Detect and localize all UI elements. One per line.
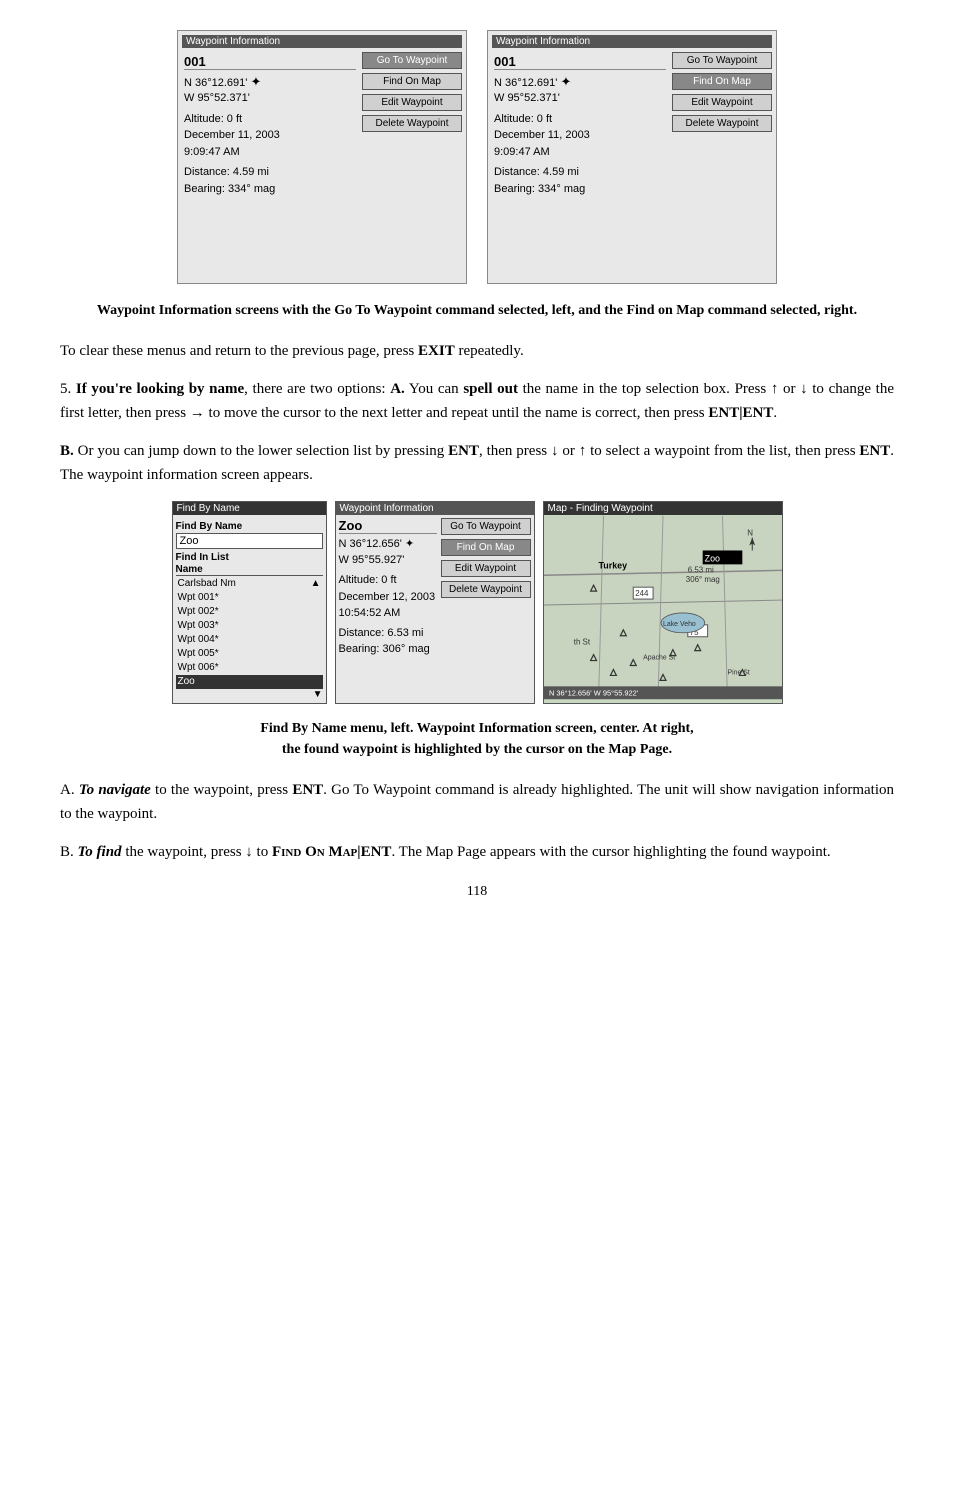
screen1-btn-goto[interactable]: Go To Waypoint xyxy=(362,52,462,69)
wp-center-btn-goto[interactable]: Go To Waypoint xyxy=(441,518,531,535)
svg-text:Lake Veho: Lake Veho xyxy=(663,621,696,628)
fbn-list-header: Name xyxy=(176,564,323,576)
wp-center-info: Altitude: 0 ft December 12, 2003 10:54:5… xyxy=(339,572,437,658)
wp-center-btn-delete[interactable]: Delete Waypoint xyxy=(441,581,531,598)
wp-info-center: Waypoint Information Zoo N 36°12.656' ✦ … xyxy=(335,501,535,704)
screen1-btn-find[interactable]: Find On Map xyxy=(362,73,462,90)
waypoint-screen-right: Waypoint Information 001 N 36°12.691' ✦ … xyxy=(487,30,777,284)
caption1: Waypoint Information screens with the Go… xyxy=(60,300,894,321)
screen2-info: Altitude: 0 ft December 11, 2003 9:09:47… xyxy=(494,111,666,198)
screen1-id: 001 xyxy=(184,54,356,70)
paragraph-b: B. To find the waypoint, press ↓ to FIND… xyxy=(60,840,894,864)
wp-center-id: Zoo xyxy=(339,518,437,534)
fbn-list-item-wpt004[interactable]: Wpt 004* xyxy=(176,633,323,647)
top-screenshots-row: Waypoint Information 001 N 36°12.691' ✦ … xyxy=(60,30,894,284)
fbn-list-item-wpt003[interactable]: Wpt 003* xyxy=(176,619,323,633)
wp-center-coords: N 36°12.656' ✦ W 95°55.927' xyxy=(339,537,437,568)
screen2-coords: N 36°12.691' ✦ W 95°52.371' xyxy=(494,73,666,107)
svg-text:306° mag: 306° mag xyxy=(685,575,719,584)
screen1-info: Altitude: 0 ft December 11, 2003 9:09:47… xyxy=(184,111,356,198)
fbn-list-item-wpt006[interactable]: Wpt 006* xyxy=(176,661,323,675)
svg-text:Zoo: Zoo xyxy=(704,554,719,564)
screen1-coords: N 36°12.691' ✦ W 95°52.371' xyxy=(184,73,356,107)
screen1-btn-edit[interactable]: Edit Waypoint xyxy=(362,94,462,111)
screen2-btn-find[interactable]: Find On Map xyxy=(672,73,772,90)
page-number: 118 xyxy=(60,884,894,900)
fbn-list-item-zoo[interactable]: Zoo xyxy=(176,675,323,689)
screen2-buttons: Go To Waypoint Find On Map Edit Waypoint… xyxy=(672,52,772,199)
paragraph2: 5. If you're looking by name, there are … xyxy=(60,377,894,425)
caption2: Find By Name menu, left. Waypoint Inform… xyxy=(60,718,894,760)
bottom-screenshots-row: Find By Name Find By Name Zoo Find In Li… xyxy=(60,501,894,704)
screen2-id: 001 xyxy=(494,54,666,70)
screen2-title: Waypoint Information xyxy=(492,35,772,48)
screen1-btn-delete[interactable]: Delete Waypoint xyxy=(362,115,462,132)
screen2-btn-goto[interactable]: Go To Waypoint xyxy=(672,52,772,69)
map-panel: Map - Finding Waypoint th St Apache St P… xyxy=(543,501,783,704)
paragraph1: To clear these menus and return to the p… xyxy=(60,339,894,363)
fbn-section2-label: Find In List xyxy=(176,552,323,563)
svg-text:N: N xyxy=(747,529,753,538)
svg-text:th St: th St xyxy=(573,638,590,647)
wp-center-buttons: Go To Waypoint Find On Map Edit Waypoint… xyxy=(441,518,531,657)
paragraph3: B. Or you can jump down to the lower sel… xyxy=(60,439,894,487)
svg-text:Pine St: Pine St xyxy=(727,670,749,677)
svg-text:6.53 mi: 6.53 mi xyxy=(687,566,713,575)
svg-text:N 36°12.656' W 95°55.922': N 36°12.656' W 95°55.922' xyxy=(548,689,638,698)
svg-text:Turkey: Turkey xyxy=(598,561,627,571)
svg-text:244: 244 xyxy=(635,589,649,598)
find-by-name-panel: Find By Name Find By Name Zoo Find In Li… xyxy=(172,501,327,704)
screen1-title: Waypoint Information xyxy=(182,35,462,48)
fbn-list-item-carlsbad[interactable]: Carlsbad Nm ▲ xyxy=(176,577,323,591)
fbn-input[interactable]: Zoo xyxy=(176,533,323,549)
fbn-list-item-wpt005[interactable]: Wpt 005* xyxy=(176,647,323,661)
screen2-btn-edit[interactable]: Edit Waypoint xyxy=(672,94,772,111)
waypoint-screen-left: Waypoint Information 001 N 36°12.691' ✦ … xyxy=(177,30,467,284)
wp-center-btn-find[interactable]: Find On Map xyxy=(441,539,531,556)
fbn-title: Find By Name xyxy=(173,502,326,515)
fbn-list-item-wpt001[interactable]: Wpt 001* xyxy=(176,591,323,605)
map-title: Map - Finding Waypoint xyxy=(544,502,782,515)
fbn-section1-label: Find By Name xyxy=(176,521,323,532)
screen1-buttons: Go To Waypoint Find On Map Edit Waypoint… xyxy=(362,52,462,199)
fbn-list-item-wpt002[interactable]: Wpt 002* xyxy=(176,605,323,619)
paragraph-a: A. To navigate to the waypoint, press EN… xyxy=(60,778,894,826)
screen2-btn-delete[interactable]: Delete Waypoint xyxy=(672,115,772,132)
wp-center-btn-edit[interactable]: Edit Waypoint xyxy=(441,560,531,577)
wp-center-title: Waypoint Information xyxy=(336,502,534,515)
fbn-scroll-down: ▼ xyxy=(176,689,323,700)
map-body: th St Apache St Pine St 75 244 xyxy=(544,515,782,700)
